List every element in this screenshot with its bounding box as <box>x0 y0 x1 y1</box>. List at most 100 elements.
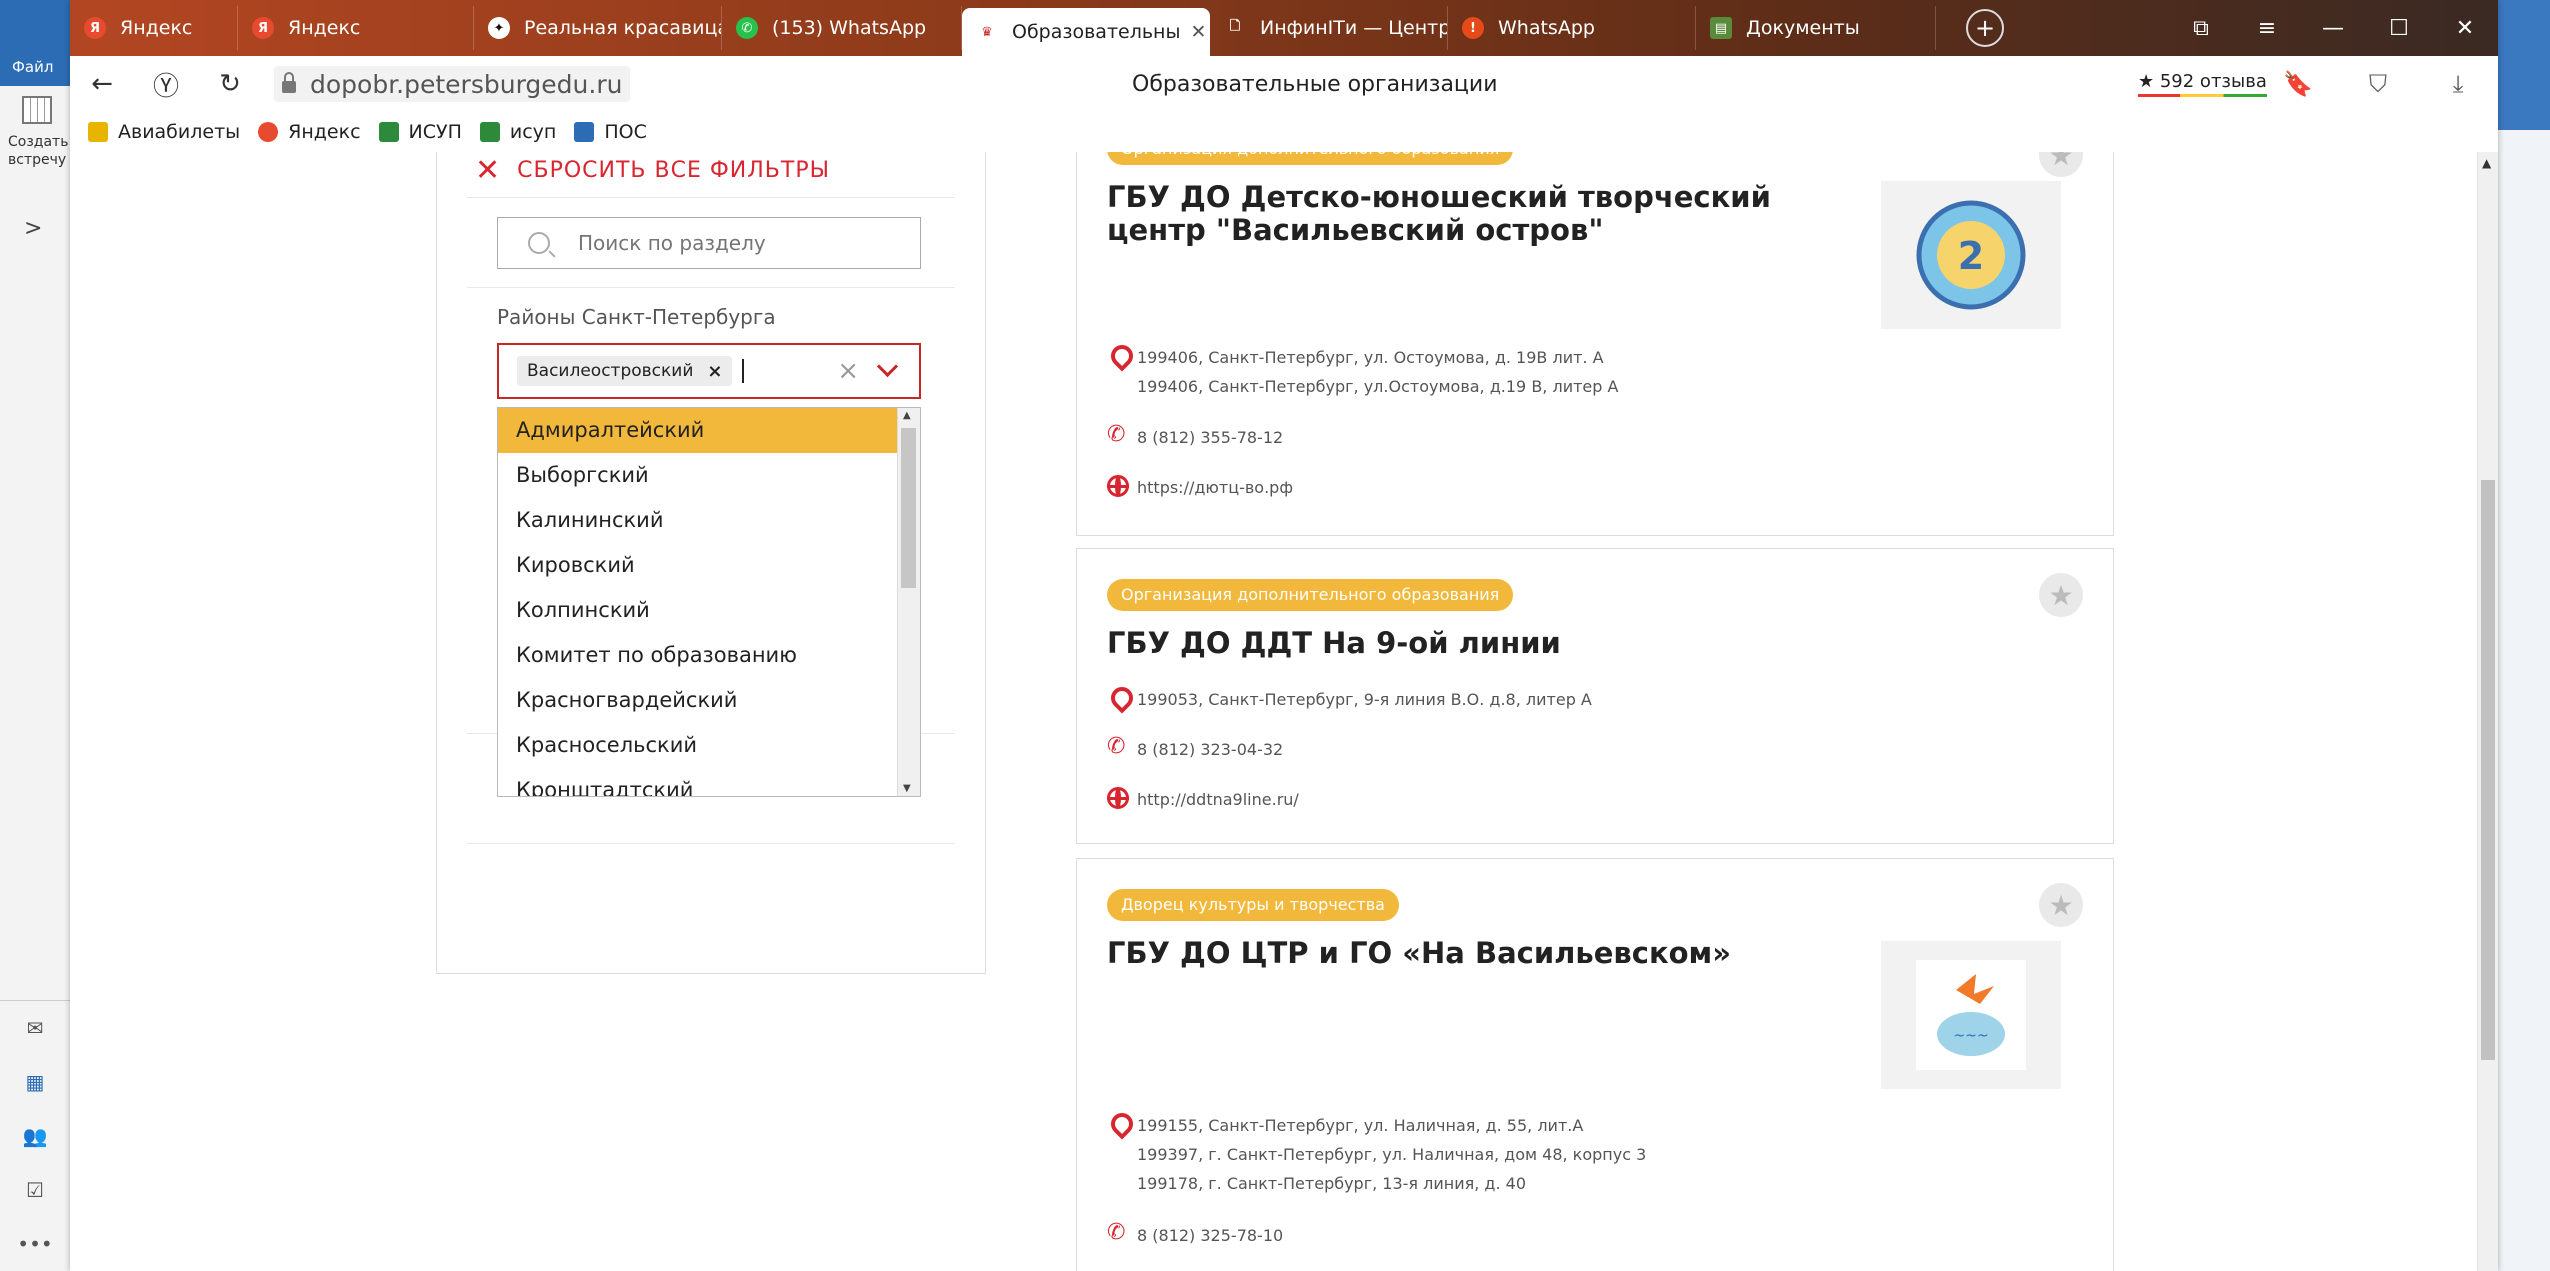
phone-number[interactable]: 8 (812) 323-04-32 <box>1137 735 1283 764</box>
calendar-icon[interactable] <box>22 96 52 124</box>
tab-whatsapp[interactable]: ! WhatsApp <box>1448 6 1696 50</box>
scroll-up-icon[interactable]: ▲ <box>2482 156 2491 170</box>
tab-yandex-1[interactable]: Я Яндекс <box>70 6 238 50</box>
phone-number[interactable]: 8 (812) 355-78-12 <box>1137 423 1283 452</box>
org-card[interactable]: Организация дополнительного образования … <box>1076 548 2114 844</box>
mail-icon[interactable]: ✉ <box>0 1001 70 1055</box>
page-scrollbar-thumb[interactable] <box>2481 480 2495 1060</box>
background-mail-app: Файл Создать встречу > ✉ ▦ 👥 ☑ ••• <box>0 0 71 1271</box>
org-card[interactable]: Дворец культуры и творчества ★ ГБУ ДО ЦТ… <box>1076 858 2114 1271</box>
page-title: Образовательные организации <box>1132 71 1498 97</box>
url-field[interactable]: dopobr.petersburgedu.ru <box>274 66 631 102</box>
org-title[interactable]: ГБУ ДО ДДТ На 9-ой линии <box>1107 626 1561 660</box>
dropdown-option[interactable]: Кронштадтский <box>498 768 920 796</box>
more-icon[interactable]: ••• <box>0 1217 70 1271</box>
dropdown-option[interactable]: Красносельский <box>498 723 920 768</box>
dropdown-option[interactable]: Кировский <box>498 543 920 588</box>
maximize-icon[interactable]: ☐ <box>2366 16 2432 41</box>
district-dropdown: Адмиралтейский Выборгский Калининский Ки… <box>497 407 921 797</box>
phone-number[interactable]: 8 (812) 325-78-10 <box>1137 1221 1283 1250</box>
tab-label: (153) WhatsApp <box>772 17 927 39</box>
reviews-link[interactable]: ★ 592 отзыва <box>2138 71 2267 97</box>
org-website: http://ddtna9line.ru/ <box>1107 785 1299 814</box>
tab-documents[interactable]: ▤ Документы <box>1696 6 1936 50</box>
chip-label: Василеостровский <box>527 361 694 381</box>
favorite-star-icon[interactable]: ★ <box>2039 152 2083 177</box>
bookmark-yandex[interactable]: Яндекс <box>258 121 361 143</box>
svg-text:~~~: ~~~ <box>1953 1028 1988 1044</box>
favorite-star-icon[interactable]: ★ <box>2039 883 2083 927</box>
hamburger-menu-icon[interactable]: ≡ <box>2234 16 2300 41</box>
tab-whatsapp-153[interactable]: ✆ (153) WhatsApp <box>722 6 962 50</box>
reset-filters-button[interactable]: ✕ СБРОСИТЬ ВСЕ ФИЛЬТРЫ <box>475 153 830 188</box>
reload-icon[interactable]: ↻ <box>198 69 262 99</box>
url-text: dopobr.petersburgedu.ru <box>310 69 623 99</box>
dropdown-scrollbar[interactable]: ▲ ▼ <box>897 408 920 796</box>
dropdown-option[interactable]: Комитет по образованию <box>498 633 920 678</box>
dropdown-option[interactable]: Колпинский <box>498 588 920 633</box>
page-scrollbar[interactable]: ▲ <box>2477 152 2498 1271</box>
tab-education-orgs[interactable]: ♛ Образовательны ✕ <box>962 8 1210 56</box>
district-filter-label: Районы Санкт-Петербурга <box>497 305 776 329</box>
bookmark-pos[interactable]: ПОС <box>574 121 647 143</box>
new-tab-button[interactable]: + <box>1966 9 2004 47</box>
file-menu[interactable]: Файл <box>12 58 53 76</box>
dropdown-option[interactable]: Красногвардейский <box>498 678 920 723</box>
address-bar-actions: 🔖 ⛉ ⤓ <box>2258 70 2498 98</box>
org-logo-image: 2 <box>1916 200 2026 310</box>
yandex-icon: Я <box>84 17 106 39</box>
globe-icon <box>1107 785 1137 809</box>
bookmark-isup[interactable]: ИСУП <box>378 121 462 143</box>
search-input[interactable] <box>576 230 880 256</box>
tab-label: Образовательны <box>1012 21 1181 43</box>
tab-yandex-2[interactable]: Я Яндекс <box>238 6 474 50</box>
location-pin-icon <box>1106 682 1138 714</box>
close-window-icon[interactable]: ✕ <box>2432 16 2498 41</box>
download-icon[interactable]: ⤓ <box>2418 70 2498 98</box>
pos-icon <box>574 122 595 142</box>
isup-icon <box>479 122 500 142</box>
tab-infiniti[interactable]: 🗋 ИнфинIТи — Центр <box>1210 6 1448 50</box>
close-tab-icon[interactable]: ✕ <box>1190 21 1206 43</box>
dropdown-option[interactable]: Адмиралтейский <box>498 408 920 453</box>
chevron-down-icon[interactable] <box>876 355 899 378</box>
bookmark-icon[interactable]: 🔖 <box>2258 70 2338 98</box>
expand-chevron-icon[interactable]: > <box>24 216 42 241</box>
favorite-star-icon[interactable]: ★ <box>2039 573 2083 617</box>
bookmark-isup-2[interactable]: исуп <box>479 121 556 143</box>
reset-filters-label: СБРОСИТЬ ВСЕ ФИЛЬТРЫ <box>517 158 831 183</box>
website-link[interactable]: http://ddtna9line.ru/ <box>1137 785 1299 814</box>
create-meeting-button[interactable]: Создать встречу <box>8 134 70 169</box>
search-icon <box>528 232 550 254</box>
text-caret <box>742 359 745 383</box>
svg-text:2: 2 <box>1958 234 1984 278</box>
dropdown-option[interactable]: Калининский <box>498 498 920 543</box>
org-address: 199053, Санкт-Петербург, 9-я линия В.О. … <box>1106 682 1592 714</box>
tab-realnaya[interactable]: ✦ Реальная красавица <box>474 6 722 50</box>
yandex-home-icon[interactable]: Ⓨ <box>134 66 198 103</box>
org-card[interactable]: Организация дополнительного образования … <box>1076 152 2114 536</box>
org-phone: ✆ 8 (812) 323-04-32 <box>1107 735 1283 764</box>
org-title[interactable]: ГБУ ДО ЦТР и ГО «На Васильевском» <box>1107 936 1731 970</box>
tasks-icon[interactable]: ☑ <box>0 1163 70 1217</box>
people-icon[interactable]: 👥 <box>0 1109 70 1163</box>
scroll-down-icon[interactable]: ▼ <box>903 783 911 794</box>
window-controls: ⧉ ≡ — ☐ ✕ <box>2168 16 2498 41</box>
back-arrow-icon[interactable]: ← <box>70 69 134 99</box>
section-search-input[interactable] <box>497 217 921 269</box>
bookmark-aviabilety[interactable]: Авиабилеты <box>88 121 240 143</box>
district-select[interactable]: Василеостровский × × <box>497 343 921 399</box>
scroll-up-icon[interactable]: ▲ <box>903 410 911 421</box>
org-title[interactable]: ГБУ ДО Детско-юношеский творческий центр… <box>1107 180 1827 248</box>
calendar-nav-icon[interactable]: ▦ <box>0 1055 70 1109</box>
remove-chip-icon[interactable]: × <box>707 361 722 382</box>
website-link[interactable]: https://дютц-во.рф <box>1137 473 1293 502</box>
minimize-icon[interactable]: — <box>2300 16 2366 41</box>
scrollbar-thumb[interactable] <box>901 428 916 588</box>
dropdown-option[interactable]: Выборгский <box>498 453 920 498</box>
protect-icon[interactable]: ⛉ <box>2338 70 2418 98</box>
tabs-menu-icon[interactable]: ⧉ <box>2168 16 2234 41</box>
clear-selection-icon[interactable]: × <box>837 356 859 386</box>
org-phone: ✆ 8 (812) 325-78-10 <box>1107 1221 1283 1250</box>
location-pin-icon <box>1106 1108 1138 1140</box>
